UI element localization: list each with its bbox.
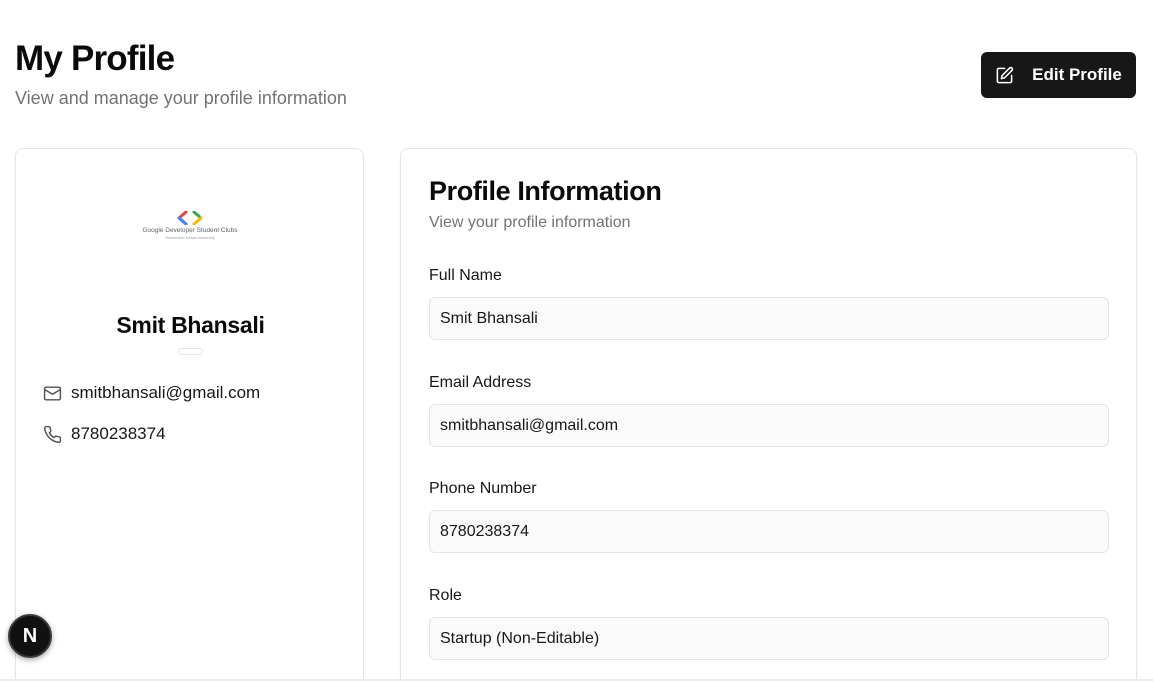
profile-information-title: Profile Information: [429, 176, 662, 206]
role-field[interactable]: Startup (Non-Editable): [429, 617, 1109, 660]
organization-logo: Google Developer Student Clubs Dharmsinh…: [136, 211, 244, 247]
contact-email-text: smitbhansali@gmail.com: [71, 383, 261, 402]
nextjs-logo-icon: N: [22, 624, 38, 647]
contact-phone: 8780238374: [43, 424, 166, 444]
phone-number-label: Phone Number: [429, 480, 537, 497]
role-badge: [178, 348, 203, 355]
profile-name: Smit Bhansali: [116, 312, 265, 338]
edit-icon: [995, 66, 1014, 85]
logo-name: Google Developer Student Clubs: [142, 227, 238, 234]
profile-information-subtitle: View your profile information: [429, 214, 631, 231]
full-name-field[interactable]: Smit Bhansali: [429, 297, 1109, 340]
email-address-field[interactable]: smitbhansali@gmail.com: [429, 404, 1109, 447]
email-address-label: Email Address: [429, 374, 532, 391]
page-title: My Profile: [15, 39, 175, 78]
profile-page: My Profile View and manage your profile …: [0, 0, 1153, 681]
contact-phone-text: 8780238374: [71, 424, 166, 443]
profile-summary-card: Google Developer Student Clubs Dharmsinh…: [15, 148, 364, 681]
edit-profile-label: Edit Profile: [1032, 65, 1122, 84]
full-name-label: Full Name: [429, 267, 502, 284]
role-label: Role: [429, 587, 462, 604]
logo-subtext: Dharmsinh Desai University: [165, 235, 215, 240]
edit-profile-button[interactable]: Edit Profile: [981, 52, 1136, 98]
mail-icon: [43, 384, 62, 403]
phone-number-field[interactable]: 8780238374: [429, 510, 1109, 553]
profile-information-card: Profile Information View your profile in…: [400, 148, 1137, 681]
nextjs-dev-badge[interactable]: N: [8, 614, 52, 658]
phone-icon: [43, 425, 62, 444]
page-subtitle: View and manage your profile information: [15, 88, 347, 108]
contact-email: smitbhansali@gmail.com: [43, 383, 260, 403]
